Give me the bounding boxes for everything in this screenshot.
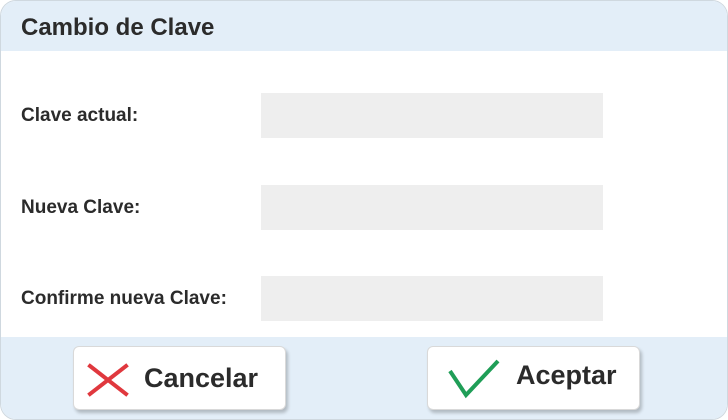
new-password-row: Nueva Clave: <box>1 185 727 231</box>
confirm-password-label: Confirme nueva Clave: <box>21 288 227 309</box>
accept-button-label: Aceptar <box>516 360 617 390</box>
current-password-input[interactable] <box>261 93 603 138</box>
change-password-dialog: Cambio de Clave Clave actual: Nueva Clav… <box>0 0 728 420</box>
accept-button[interactable]: Aceptar <box>427 346 640 410</box>
dialog-header: Cambio de Clave <box>1 1 727 51</box>
cancel-button-label: Cancelar <box>144 363 259 393</box>
cancel-button[interactable]: Cancelar <box>73 346 286 410</box>
form-body: Clave actual: Nueva Clave: Confirme nuev… <box>1 51 727 337</box>
current-password-row: Clave actual: <box>1 93 727 139</box>
dialog-title: Cambio de Clave <box>21 14 215 41</box>
current-password-label: Clave actual: <box>21 105 139 126</box>
new-password-label: Nueva Clave: <box>21 197 141 218</box>
checkmark-icon <box>448 359 500 399</box>
confirm-password-input[interactable] <box>261 276 603 321</box>
confirm-password-row: Confirme nueva Clave: <box>1 276 727 322</box>
new-password-input[interactable] <box>261 185 603 230</box>
dialog-footer: Cancelar Aceptar <box>1 337 727 419</box>
close-icon <box>87 363 129 397</box>
